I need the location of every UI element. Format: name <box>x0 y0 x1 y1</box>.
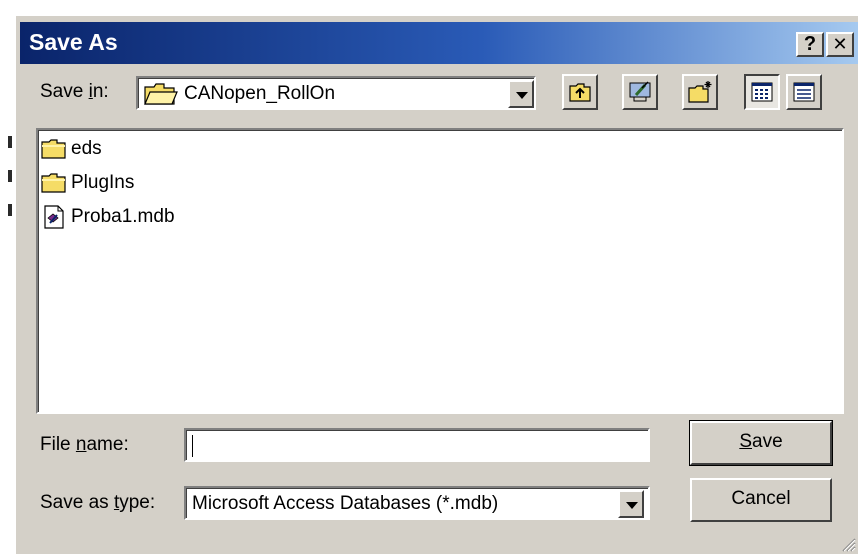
save-button-label: ave <box>752 431 783 452</box>
up-one-level-button[interactable] <box>562 74 598 110</box>
file-name-text: PlugIns <box>71 172 135 193</box>
save-as-type-label: Save as type: <box>40 492 155 514</box>
new-folder-icon <box>688 81 712 103</box>
list-item[interactable]: PlugIns <box>41 168 134 198</box>
dialog-title: Save As <box>29 29 118 55</box>
background-mark <box>8 170 12 182</box>
save-as-type-value: Microsoft Access Databases (*.mdb) <box>192 493 499 514</box>
background-mark <box>8 136 12 148</box>
save-button[interactable]: Save <box>689 420 833 466</box>
file-name-label: File name: <box>40 434 129 456</box>
save-as-dialog: Save As ? ✕ Save in: CANopen_RollOn eds … <box>14 14 858 554</box>
file-list[interactable]: eds PlugIns Proba1.mdb <box>36 128 844 414</box>
save-button-accel: S <box>739 431 753 452</box>
desktop-button[interactable] <box>622 74 658 110</box>
list-item[interactable]: eds <box>41 134 102 164</box>
folder-icon <box>41 139 66 159</box>
save-as-type-label-suffix: ype: <box>119 492 156 513</box>
background-window-edge <box>0 0 14 541</box>
file-name-label-prefix: File <box>40 434 76 455</box>
save-in-value: CANopen_RollOn <box>184 83 336 104</box>
file-name-text: Proba1.mdb <box>71 206 175 227</box>
help-button[interactable]: ? <box>796 32 824 57</box>
help-icon: ? <box>803 33 817 55</box>
save-as-type-dropdown-button[interactable] <box>618 490 644 518</box>
chevron-down-icon <box>516 92 528 99</box>
access-db-file-icon <box>44 205 64 229</box>
save-in-label-suffix: n: <box>92 81 109 102</box>
save-in-label: Save in: <box>40 81 109 103</box>
save-in-combobox[interactable]: CANopen_RollOn <box>136 76 536 110</box>
close-icon: ✕ <box>832 34 848 54</box>
cancel-button-label: Cancel <box>731 488 791 509</box>
desktop-icon <box>629 81 651 102</box>
up-folder-icon <box>569 83 591 102</box>
cancel-button[interactable]: Cancel <box>690 478 832 522</box>
save-as-type-select[interactable]: Microsoft Access Databases (*.mdb) <box>184 486 650 520</box>
file-name-input[interactable] <box>184 428 650 462</box>
file-name-label-suffix: ame: <box>86 434 129 455</box>
list-item[interactable]: Proba1.mdb <box>41 202 175 232</box>
file-name-text: eds <box>71 138 102 159</box>
list-view-icon <box>751 82 773 102</box>
save-as-type-label-prefix: Save as <box>40 492 114 513</box>
details-view-icon <box>793 82 815 102</box>
save-in-label-prefix: Save <box>40 81 89 102</box>
list-view-button[interactable] <box>744 74 780 110</box>
close-button[interactable]: ✕ <box>826 32 854 57</box>
chevron-down-icon <box>626 502 638 509</box>
title-bar[interactable]: Save As ? ✕ <box>20 22 858 64</box>
details-view-button[interactable] <box>786 74 822 110</box>
open-folder-icon <box>144 83 178 105</box>
background-mark <box>8 204 12 216</box>
resize-grip-icon[interactable] <box>840 536 856 552</box>
save-in-dropdown-button[interactable] <box>508 80 534 108</box>
folder-icon <box>41 173 66 193</box>
create-new-folder-button[interactable] <box>682 74 718 110</box>
file-name-label-accel: n <box>75 434 87 455</box>
text-caret <box>192 435 193 457</box>
